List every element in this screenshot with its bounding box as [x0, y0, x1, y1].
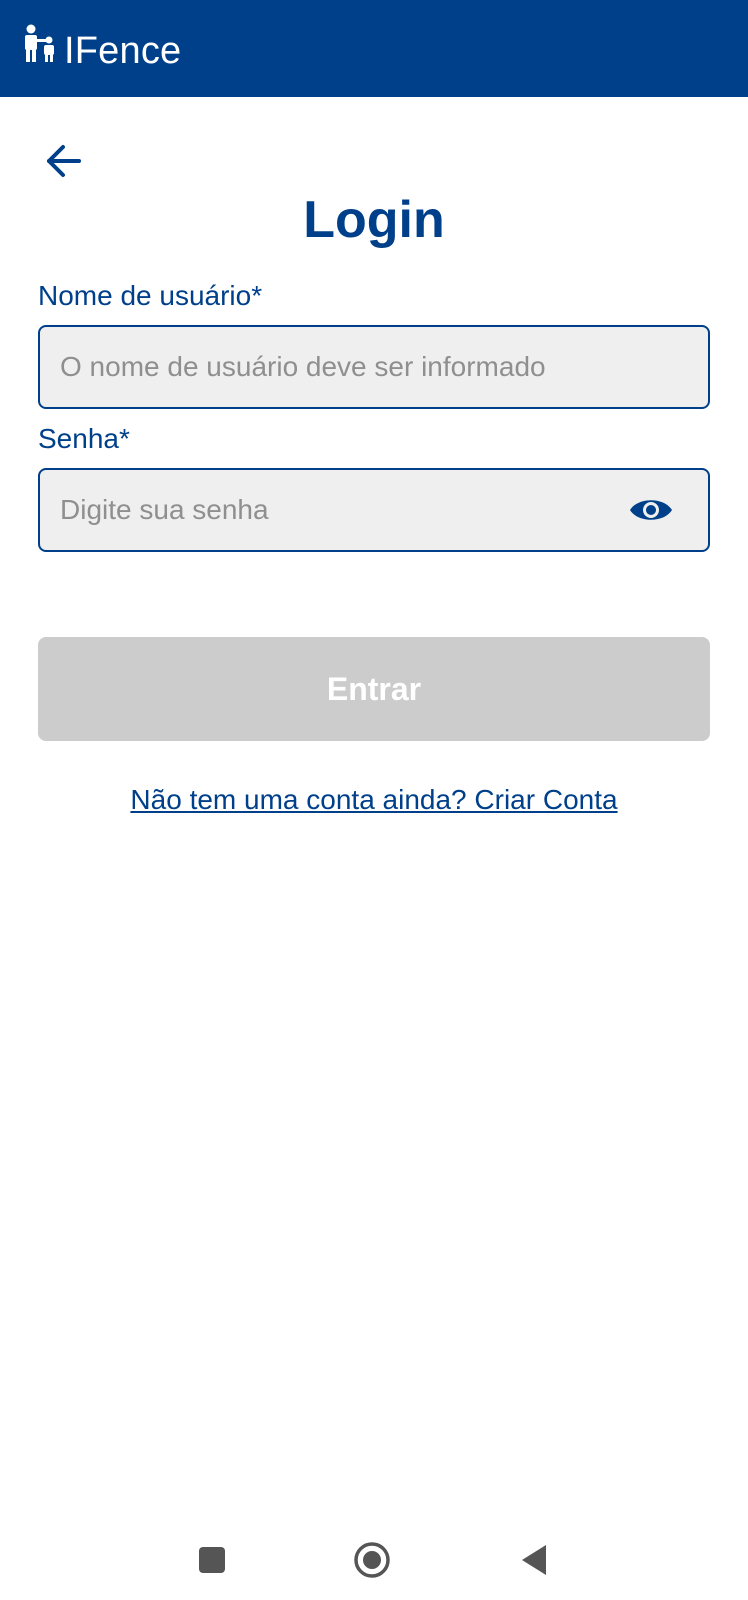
triangle-back-icon[interactable]: [518, 1542, 550, 1578]
password-input[interactable]: [60, 494, 620, 526]
eye-icon[interactable]: [628, 493, 674, 527]
app-title: IFence: [64, 30, 182, 72]
square-icon[interactable]: [196, 1544, 228, 1576]
password-field[interactable]: [38, 468, 710, 552]
app-bar: IFence: [0, 0, 748, 97]
username-label: Nome de usuário*: [38, 280, 263, 311]
page-title: Login: [303, 191, 445, 249]
password-label: Senha*: [38, 423, 130, 454]
login-button[interactable]: Entrar: [38, 637, 710, 741]
parent-child-icon: [22, 24, 58, 64]
username-field[interactable]: [38, 325, 710, 409]
create-account-link[interactable]: Não tem uma conta ainda? Criar Conta: [0, 784, 748, 816]
arrow-left-icon: [43, 143, 83, 184]
circle-home-icon[interactable]: [352, 1540, 392, 1580]
back-button[interactable]: [38, 138, 88, 188]
username-input[interactable]: [60, 351, 708, 383]
system-nav-bar: [0, 1530, 748, 1600]
